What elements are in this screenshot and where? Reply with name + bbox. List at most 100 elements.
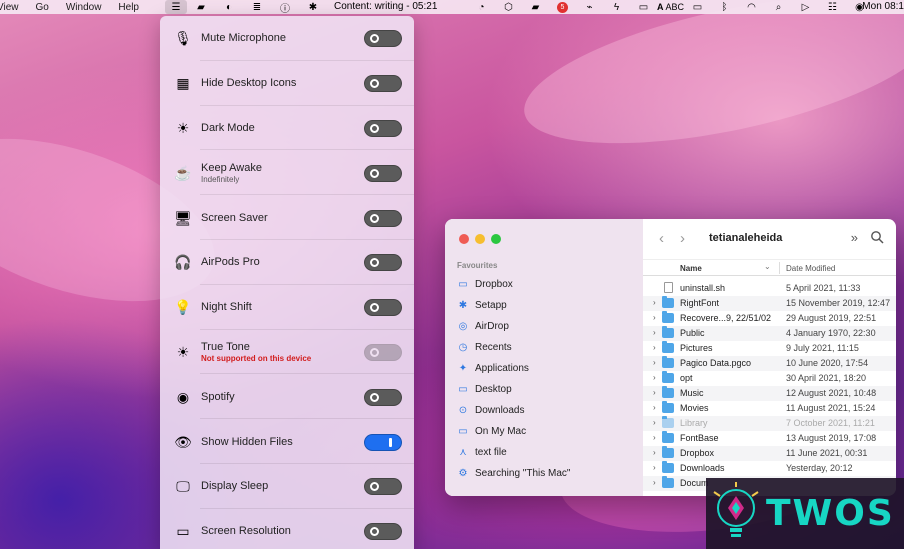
toolbar-overflow-icon[interactable]: »: [851, 230, 858, 245]
menu-help[interactable]: Help: [118, 2, 139, 13]
sidebar-item-desktop[interactable]: ▭ Desktop: [457, 379, 637, 400]
file-row[interactable]: › Pagico Data.pgco 10 June 2020, 17:54: [643, 356, 896, 371]
list-icon[interactable]: ≣: [243, 0, 271, 14]
toggle-switch[interactable]: [364, 119, 402, 137]
moon-icon[interactable]: ◐: [215, 0, 243, 14]
disclosure-chevron-icon[interactable]: ›: [653, 373, 656, 382]
focus-status-text[interactable]: Content: writing - 05:21: [334, 0, 437, 14]
menubar-clock[interactable]: Mon 08:1: [862, 0, 904, 14]
file-row[interactable]: › Pictures 9 July 2021, 11:15: [643, 341, 896, 356]
toggle-switch[interactable]: [364, 209, 402, 227]
notification-badge-icon[interactable]: 5: [549, 0, 576, 14]
file-row[interactable]: › Recovere...9, 22/51/02 29 August 2019, 2…: [643, 311, 896, 326]
toggle-switch[interactable]: [364, 478, 402, 496]
toggle-row-night-shift[interactable]: 💡 Night Shift: [160, 285, 414, 330]
disclosure-chevron-icon[interactable]: ›: [653, 298, 656, 307]
toggle-switch[interactable]: [364, 75, 402, 93]
file-row[interactable]: › Public 4 January 1970, 22:30: [643, 326, 896, 341]
toggle-row-mute-microphone[interactable]: 🎙 Mute Microphone: [160, 16, 414, 61]
sidebar-item-dropbox[interactable]: ▭ Dropbox: [457, 274, 637, 295]
script-icon[interactable]: ⌁: [576, 0, 603, 14]
disclosure-chevron-icon[interactable]: ›: [653, 328, 656, 337]
sort-chevron-icon[interactable]: ⌄: [764, 262, 771, 271]
zoom-button[interactable]: [491, 234, 501, 244]
file-row[interactable]: uninstall.sh 5 April 2021, 11:33: [643, 281, 896, 296]
screen-icon[interactable]: ▰: [522, 0, 549, 14]
toggle-row-dark-mode[interactable]: ☀ Dark Mode: [160, 106, 414, 151]
stack-icon[interactable]: ⬡: [495, 0, 522, 14]
menu-go[interactable]: Go: [36, 2, 49, 13]
toggle-switch[interactable]: [364, 523, 402, 541]
sidebar-item-setapp[interactable]: ✱ Setapp: [457, 295, 637, 316]
spotlight-search-icon[interactable]: ⌕: [765, 0, 792, 14]
toggle-row-true-tone[interactable]: ☀ True Tone Not supported on this device: [160, 330, 414, 375]
sidebar-item-applications[interactable]: ✦ Applications: [457, 358, 637, 379]
sidebar-item-on-my-mac[interactable]: ▭ On My Mac: [457, 421, 637, 442]
sidebar-item-text-file[interactable]: ⋏ text file: [457, 442, 637, 463]
file-name: Pagico Data.pgco: [680, 358, 752, 368]
battery-icon[interactable]: ▭: [684, 0, 711, 14]
sidebar-item-airdrop[interactable]: ◎ AirDrop: [457, 316, 637, 337]
disclosure-chevron-icon[interactable]: ›: [653, 478, 656, 487]
toggle-row-show-hidden-files[interactable]: 👁 Show Hidden Files: [160, 419, 414, 464]
play-icon[interactable]: ▷: [792, 0, 819, 14]
file-row[interactable]: › Downloads Yesterday, 20:12: [643, 461, 896, 476]
info-icon[interactable]: ⓘ: [271, 0, 299, 15]
date-column-header[interactable]: Date Modified: [786, 264, 835, 273]
wifi-icon[interactable]: ◠: [738, 0, 765, 14]
file-row[interactable]: › Dropbox 11 June 2021, 00:31: [643, 446, 896, 461]
input-source[interactable]: A ABC: [657, 0, 684, 14]
toggle-row-keep-awake[interactable]: ☕ Keep Awake Indefinitely: [160, 150, 414, 195]
bolt-icon[interactable]: ϟ: [603, 0, 630, 14]
toggle-row-airpods-pro[interactable]: 🎧 AirPods Pro: [160, 240, 414, 285]
file-row[interactable]: › Movies 11 August 2021, 15:24: [643, 401, 896, 416]
file-row[interactable]: › RightFont 15 November 2019, 12:47: [643, 296, 896, 311]
disclosure-chevron-icon[interactable]: ›: [653, 313, 656, 322]
bluetooth-icon[interactable]: ᛒ: [711, 0, 738, 14]
toggle-row-hide-desktop-icons[interactable]: ▦ Hide Desktop Icons: [160, 61, 414, 106]
back-icon[interactable]: ‹: [659, 230, 664, 247]
sidebar-item-recents[interactable]: ◷ Recents: [457, 337, 637, 358]
toggle-switch[interactable]: [364, 433, 402, 451]
one-switch-icon[interactable]: ☰: [165, 0, 187, 14]
document-icon: [664, 282, 673, 293]
file-row[interactable]: › opt 30 April 2021, 18:20: [643, 371, 896, 386]
file-row[interactable]: › Library 7 October 2021, 11:21: [643, 416, 896, 431]
toggle-switch[interactable]: [364, 164, 402, 182]
name-column-header[interactable]: Name: [680, 264, 702, 273]
forward-icon[interactable]: ›: [680, 230, 685, 247]
toggle-row-display-sleep[interactable]: 🖵 Display Sleep: [160, 464, 414, 509]
sidebar-item-downloads[interactable]: ⊙ Downloads: [457, 400, 637, 421]
sidebar-item-searching-this-mac[interactable]: ⚙ Searching "This Mac": [457, 463, 637, 484]
toggle-row-spotify[interactable]: ◉ Spotify: [160, 374, 414, 419]
dropbox-icon[interactable]: ✱: [299, 0, 327, 14]
disclosure-chevron-icon[interactable]: ›: [653, 403, 656, 412]
file-row[interactable]: › Music 12 August 2021, 10:48: [643, 386, 896, 401]
toggle-switch[interactable]: [364, 388, 402, 406]
close-button[interactable]: [459, 234, 469, 244]
disclosure-chevron-icon[interactable]: ›: [653, 358, 656, 367]
toggle-switch[interactable]: [364, 299, 402, 317]
twos-watermark-logo: TWOS: [706, 478, 904, 549]
column-divider[interactable]: [779, 262, 780, 274]
disclosure-chevron-icon[interactable]: ›: [653, 388, 656, 397]
search-icon[interactable]: [870, 230, 884, 244]
menu-window[interactable]: Window: [66, 2, 102, 13]
disclosure-chevron-icon[interactable]: ›: [653, 463, 656, 472]
disclosure-chevron-icon[interactable]: ›: [653, 418, 656, 427]
timer-icon[interactable]: ◔: [468, 0, 495, 14]
menu-view[interactable]: View: [0, 2, 19, 13]
disclosure-chevron-icon[interactable]: ›: [653, 448, 656, 457]
toggle-switch[interactable]: [364, 30, 402, 48]
one-switch-panel: 🎙 Mute Microphone ▦ Hide Desktop Icons ☀ Dark…: [160, 16, 414, 549]
toggle-row-screen-saver[interactable]: 🖥 Screen Saver: [160, 195, 414, 240]
toggle-switch[interactable]: [364, 254, 402, 272]
control-center-icon[interactable]: ☷: [819, 0, 846, 14]
disclosure-chevron-icon[interactable]: ›: [653, 343, 656, 352]
toggle-row-screen-resolution[interactable]: ▭ Screen Resolution: [160, 509, 414, 549]
keyboard-icon[interactable]: ▭: [630, 0, 657, 14]
camera-icon[interactable]: ▰: [187, 0, 215, 14]
file-row[interactable]: › FontBase 13 August 2019, 17:08: [643, 431, 896, 446]
disclosure-chevron-icon[interactable]: ›: [653, 433, 656, 442]
minimize-button[interactable]: [475, 234, 485, 244]
